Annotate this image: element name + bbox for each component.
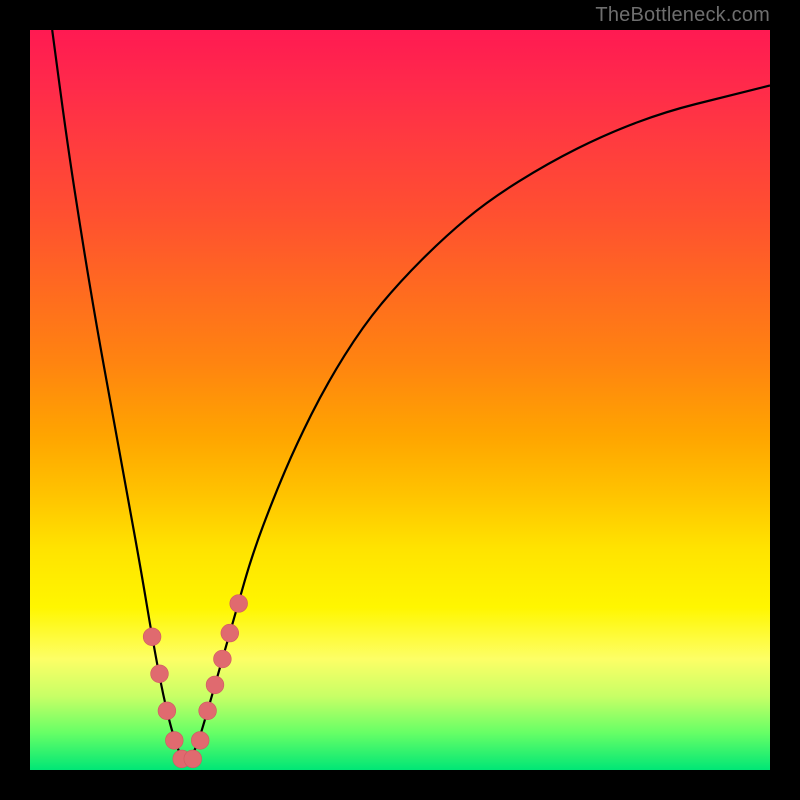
watermark-text: TheBottleneck.com: [595, 4, 770, 27]
curve-path-group: [52, 30, 770, 761]
chart-frame: TheBottleneck.com: [0, 0, 800, 800]
highlight-dot: [165, 732, 183, 750]
highlight-dot: [206, 676, 224, 694]
plot-area: [30, 30, 770, 770]
highlight-dot: [184, 750, 202, 768]
marker-group: [143, 595, 247, 768]
bottleneck-curve: [52, 30, 770, 761]
curve-canvas: [30, 30, 770, 770]
highlight-dot: [221, 624, 239, 642]
highlight-dot: [158, 702, 176, 720]
highlight-dot: [230, 595, 248, 613]
highlight-dot: [214, 650, 232, 668]
highlight-dot: [143, 628, 161, 646]
highlight-dot: [199, 702, 217, 720]
highlight-dot: [151, 665, 169, 683]
highlight-dot: [191, 732, 209, 750]
